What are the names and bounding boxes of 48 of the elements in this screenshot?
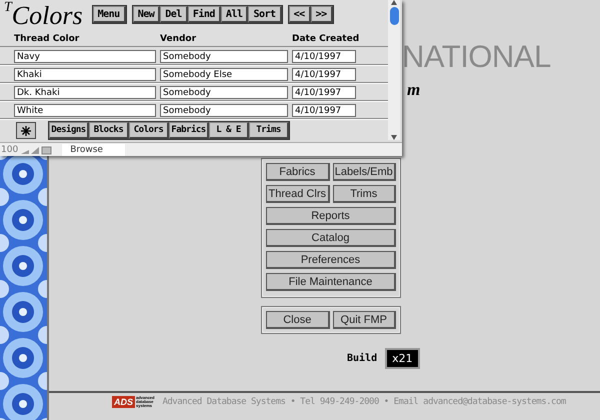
toolbar-button[interactable]: >> xyxy=(310,6,333,23)
toolbar-button[interactable]: Menu xyxy=(92,6,126,23)
nav-button[interactable]: File Maintenance xyxy=(266,273,396,291)
layout-tab[interactable]: Colors xyxy=(129,122,169,139)
heading-text: NATIONAL xyxy=(402,40,551,74)
toolbar-button[interactable]: << xyxy=(288,6,311,23)
build-label: Build xyxy=(347,353,378,364)
record-field[interactable]: Somebody xyxy=(160,50,288,63)
record-field[interactable]: White xyxy=(14,104,156,117)
record-field[interactable]: Somebody Else xyxy=(160,68,288,81)
build-value: x21 xyxy=(385,348,420,369)
column-header: Date Created xyxy=(292,34,356,45)
mode-field[interactable]: Browse xyxy=(62,144,126,156)
record-field[interactable]: 4/10/1997 xyxy=(292,104,356,117)
zoom-level[interactable]: 100 xyxy=(0,144,18,156)
record-field[interactable]: Khaki xyxy=(14,68,156,81)
record-field[interactable]: 4/10/1997 xyxy=(292,86,356,99)
exit-button[interactable]: Quit FMP xyxy=(332,311,396,329)
toolbar-button[interactable]: New xyxy=(132,6,160,23)
record-field[interactable]: Somebody xyxy=(160,104,288,117)
column-header: Vendor xyxy=(160,34,198,45)
record-field[interactable]: 4/10/1997 xyxy=(292,50,356,63)
layout-tab[interactable]: Designs xyxy=(49,122,89,139)
layout-tab[interactable]: Fabrics xyxy=(169,122,209,139)
record-field[interactable]: Somebody xyxy=(160,86,288,99)
nav-button[interactable]: Catalog xyxy=(266,229,396,247)
record-field[interactable]: 4/10/1997 xyxy=(292,68,356,81)
layout-tab[interactable]: L & E xyxy=(209,122,249,139)
nav-button[interactable]: Labels/Emb xyxy=(332,163,396,181)
record-field[interactable]: Dk. Khaki xyxy=(14,86,156,99)
toolbar-button[interactable]: Find xyxy=(188,6,221,23)
exit-button[interactable]: Close xyxy=(266,311,330,329)
layout-tab[interactable]: Trims xyxy=(249,122,289,139)
toolbar-button[interactable]: Del xyxy=(160,6,188,23)
toolbar-button[interactable]: All xyxy=(220,6,248,23)
nav-button[interactable]: Fabrics xyxy=(266,163,330,181)
toolbar-button[interactable]: Sort xyxy=(248,6,282,23)
logo-mark: ADS xyxy=(112,396,136,408)
subtitle-text: m xyxy=(407,80,420,100)
nav-button[interactable]: Reports xyxy=(266,207,396,225)
window-title: $^{T}$Colors xyxy=(4,1,83,31)
column-header: Thread Color xyxy=(14,34,80,45)
nav-button[interactable]: Preferences xyxy=(266,251,396,269)
contact-text: Advanced Database Systems • Tel 949-249-2000 • Email advanced@database-systems.com xyxy=(162,397,566,407)
record-field[interactable]: Navy xyxy=(14,50,156,63)
nav-button[interactable]: Trims xyxy=(332,185,396,203)
nav-button[interactable]: Thread Clrs xyxy=(266,185,330,203)
layout-tab[interactable]: Blocks xyxy=(89,122,129,139)
